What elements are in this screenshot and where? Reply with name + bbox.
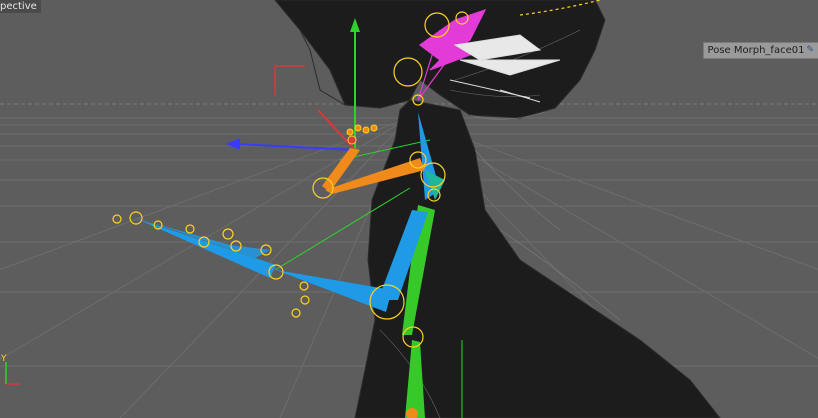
viewport-canvas[interactable] [0,0,818,418]
object-tag-label[interactable]: Pose Morph_face01 ✎ [702,42,818,59]
view-mode-label[interactable]: pective [0,0,41,13]
3d-viewport[interactable]: pective Y Pose Morph_face01 ✎ [0,0,818,418]
corner-axis-label: Y [1,354,7,364]
pin-icon[interactable]: ✎ [806,43,814,58]
object-tag-text: Pose Morph_face01 [707,45,805,56]
